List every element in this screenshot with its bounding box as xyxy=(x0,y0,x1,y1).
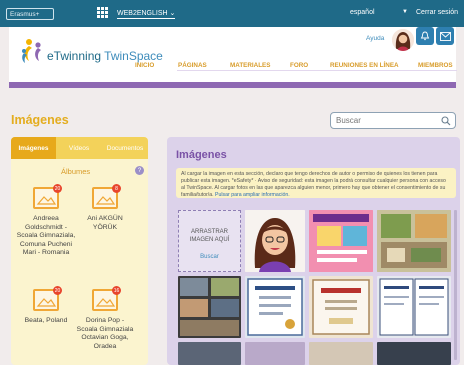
gallery-image[interactable] xyxy=(245,276,305,338)
project-selector[interactable]: WEB2ENGLISH ⌄ xyxy=(117,9,176,19)
tab-images[interactable]: Imágenes xyxy=(11,137,56,159)
main-nav: INICIO PÁGINAS MATERIALES FORO REUNIONES… xyxy=(129,62,459,76)
envelope-icon xyxy=(439,31,451,41)
erasmus-logo: Erasmus+ xyxy=(6,8,54,20)
cartoon-avatar-image xyxy=(245,210,305,272)
gallery-image[interactable] xyxy=(377,210,451,272)
nav-item-foro[interactable]: FORO xyxy=(290,62,308,69)
gallery-image[interactable] xyxy=(178,342,241,365)
tab-documents[interactable]: Documentos xyxy=(102,137,148,159)
top-bar: Erasmus+ WEB2ENGLISH ⌄ español ▼ Cerrar … xyxy=(0,0,464,27)
messages-button[interactable] xyxy=(436,27,454,45)
image-placeholder-icon: 20 xyxy=(33,184,62,209)
album-item[interactable]: 16 Dorina Pop - Scoala Gimnaziala Octavi… xyxy=(75,286,135,351)
nav-item-inicio[interactable]: INICIO xyxy=(135,62,154,69)
tab-videos[interactable]: Vídeos xyxy=(56,137,102,159)
media-tabs: Imágenes Vídeos Documentos xyxy=(11,137,148,159)
album-count-badge: 20 xyxy=(53,184,62,193)
avatar-icon xyxy=(392,29,414,51)
classroom-photo-image xyxy=(377,210,451,272)
certificate-image xyxy=(245,276,305,338)
album-name: Dorina Pop - Scoala Gimnaziala Octavian … xyxy=(76,317,134,350)
album-name: Ani AKGÜN YÖRÜK xyxy=(87,215,123,231)
album-name: Beata, Poland xyxy=(24,317,68,324)
logo-text-twinspace: TwinSpace xyxy=(104,49,163,63)
search-icon[interactable] xyxy=(441,116,451,126)
album-name: Andreea Goldschmidt - Scoala Gimnaziala,… xyxy=(16,215,76,256)
gallery-image[interactable] xyxy=(245,342,305,365)
search-box[interactable] xyxy=(330,112,456,129)
image-placeholder-icon: 16 xyxy=(92,286,121,311)
gallery-image[interactable] xyxy=(309,210,373,272)
media-sidebar: Imágenes Vídeos Documentos Álbumes ? 20 … xyxy=(11,137,148,365)
albums-title: Álbumes xyxy=(61,167,91,176)
logo-text: eTwinning TwinSpace xyxy=(47,49,163,63)
image-placeholder-icon: 8 xyxy=(92,184,121,209)
header: eTwinning TwinSpace Ayuda INICIO PÁGINAS… xyxy=(9,27,459,88)
project-name: WEB2ENGLISH xyxy=(117,10,168,17)
image-placeholder-icon: 20 xyxy=(33,286,62,311)
nav-item-paginas[interactable]: PÁGINAS xyxy=(178,62,207,69)
chevron-down-icon: ⌄ xyxy=(169,10,176,17)
gallery-image[interactable] xyxy=(377,276,451,338)
album-count-badge: 8 xyxy=(112,184,121,193)
certificate-image xyxy=(377,276,451,338)
language-selector[interactable]: español xyxy=(350,9,375,16)
gallery-image[interactable] xyxy=(245,210,305,272)
nav-item-miembros[interactable]: MIEMBROS xyxy=(418,62,453,69)
nav-item-reuniones[interactable]: REUNIONES EN LÍNEA xyxy=(330,62,399,69)
certificate-image xyxy=(309,276,373,338)
dropzone-label: ARRASTRAR IMAGEN AQUÍ xyxy=(189,229,230,243)
page-title: Imágenes xyxy=(11,113,69,127)
notifications-button[interactable] xyxy=(416,27,434,45)
album-count-badge: 20 xyxy=(53,286,62,295)
poster-image xyxy=(309,210,373,272)
album-item[interactable]: 8 Ani AKGÜN YÖRÜK xyxy=(75,184,135,232)
logout-link[interactable]: Cerrar sesión xyxy=(416,9,458,16)
gallery-image[interactable] xyxy=(178,276,241,338)
search-input[interactable] xyxy=(331,113,431,128)
album-item[interactable]: 20 Beata, Poland xyxy=(16,286,76,326)
bell-icon xyxy=(420,31,430,41)
etwinning-figures-icon xyxy=(22,39,41,63)
nav-item-materiales[interactable]: MATERIALES xyxy=(230,62,270,69)
help-link[interactable]: Ayuda xyxy=(366,35,384,42)
user-avatar[interactable] xyxy=(392,29,414,51)
esafety-notice: Al cargar la imagen en esta sección, dec… xyxy=(176,168,456,198)
browse-button[interactable]: Buscar xyxy=(179,254,240,260)
photo-collage-image xyxy=(178,276,241,338)
gallery-title: Imágenes xyxy=(176,149,227,161)
image-gallery: Imágenes Al cargar la imagen en esta sec… xyxy=(167,137,460,365)
notice-more-link[interactable]: Pulsar para ampliar información. xyxy=(215,192,290,198)
album-count-badge: 16 xyxy=(112,286,121,295)
gallery-scrollbar[interactable] xyxy=(454,210,457,360)
help-icon[interactable]: ? xyxy=(135,166,144,175)
upload-dropzone[interactable]: ARRASTRAR IMAGEN AQUÍ Buscar xyxy=(178,210,241,272)
apps-grid-icon[interactable] xyxy=(97,7,108,18)
gallery-image[interactable] xyxy=(309,276,373,338)
gallery-image[interactable] xyxy=(309,342,373,365)
gallery-image[interactable] xyxy=(377,342,451,365)
logo-text-etwinning: eTwinning xyxy=(47,49,105,63)
album-item[interactable]: 20 Andreea Goldschmidt - Scoala Gimnazia… xyxy=(16,184,76,258)
caret-down-icon[interactable]: ▼ xyxy=(402,9,408,15)
